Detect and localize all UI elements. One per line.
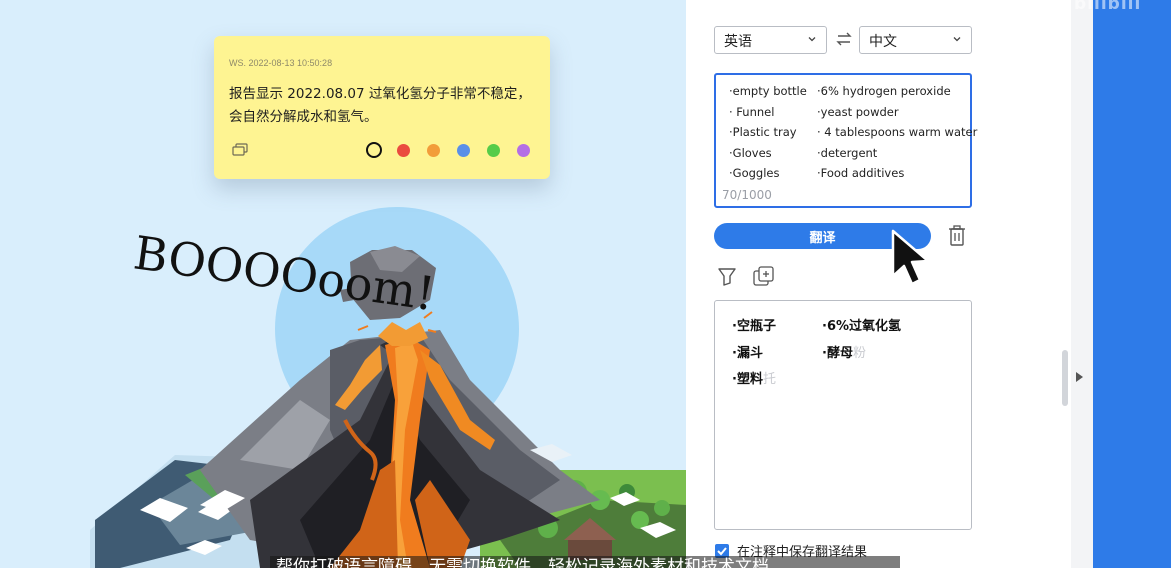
color-swatches xyxy=(366,142,547,158)
check-icon xyxy=(717,546,727,555)
swatch-blue[interactable] xyxy=(457,143,470,157)
target-language-select[interactable]: 中文 xyxy=(859,26,972,54)
source-item: ·empty bottle xyxy=(729,84,807,98)
output-item: ·漏斗 xyxy=(732,346,763,361)
source-item: ·Plastic tray xyxy=(729,125,797,139)
swatch-purple[interactable] xyxy=(517,143,530,157)
output-item: ·空瓶子 xyxy=(732,319,776,334)
mouse-cursor-icon xyxy=(891,229,930,286)
character-count: 70/1000 xyxy=(722,188,772,202)
source-item: ·yeast powder xyxy=(817,105,899,119)
source-item: ·Goggles xyxy=(729,166,780,180)
paste-icon[interactable] xyxy=(717,266,737,286)
source-item: ·Food additives xyxy=(817,166,905,180)
chevron-right-icon[interactable] xyxy=(1076,372,1083,382)
chevron-down-icon xyxy=(953,37,961,42)
source-item: · 4 tablespoons warm water xyxy=(817,125,978,139)
target-language-label: 中文 xyxy=(869,34,897,50)
swatch-orange[interactable] xyxy=(427,143,440,157)
trash-icon[interactable] xyxy=(948,225,966,246)
source-language-label: 英语 xyxy=(724,34,752,50)
sticky-note[interactable]: WS. 2022-08-13 10:50:28 报告显示 2022.08.07 … xyxy=(214,36,550,179)
source-text-input[interactable]: ·empty bottle · Funnel ·Plastic tray ·Gl… xyxy=(714,73,977,208)
panel-collapse-tab[interactable] xyxy=(1071,0,1093,568)
note-timestamp: WS. 2022-08-13 10:50:28 xyxy=(229,58,333,68)
note-canvas[interactable]: BOOOOoom! WS. 2022-08-13 10:50:28 报告显示 2… xyxy=(0,0,686,568)
swatch-yellow[interactable] xyxy=(366,142,382,158)
note-text[interactable]: 报告显示 2022.08.07 过氧化氢分子非常不稳定，会自然分解成水和氢气。 xyxy=(229,83,544,129)
swap-languages-icon[interactable] xyxy=(835,31,853,47)
chevron-down-icon xyxy=(808,37,816,42)
output-item: ·酵母粉 xyxy=(822,346,866,361)
right-sidebar xyxy=(1093,0,1171,568)
output-item: ·6%过氧化氢 xyxy=(822,319,902,334)
source-item: ·6% hydrogen peroxide xyxy=(817,84,951,98)
video-subtitle: 帮你打破语言障碍，无需切换软件，轻松记录海外素材和技术文档 xyxy=(270,556,900,568)
output-item: ·塑料托 xyxy=(732,372,776,387)
translation-output[interactable]: ·空瓶子 ·漏斗 ·塑料托 ·6%过氧化氢 ·酵母粉 xyxy=(714,300,972,530)
add-to-note-icon[interactable] xyxy=(753,266,775,288)
source-item: · Funnel xyxy=(729,105,775,119)
translate-panel: 英语 中文 ·empty bottle · Funnel ·Plastic tr… xyxy=(686,0,1092,568)
source-item: ·detergent xyxy=(817,146,878,160)
bilibili-watermark: bilibili xyxy=(1074,0,1142,14)
source-item: ·Gloves xyxy=(729,146,772,160)
comment-icon[interactable] xyxy=(232,143,248,157)
swatch-green[interactable] xyxy=(487,143,500,157)
swatch-red[interactable] xyxy=(397,143,410,157)
scrollbar-thumb[interactable] xyxy=(1062,350,1068,406)
source-language-select[interactable]: 英语 xyxy=(714,26,827,54)
